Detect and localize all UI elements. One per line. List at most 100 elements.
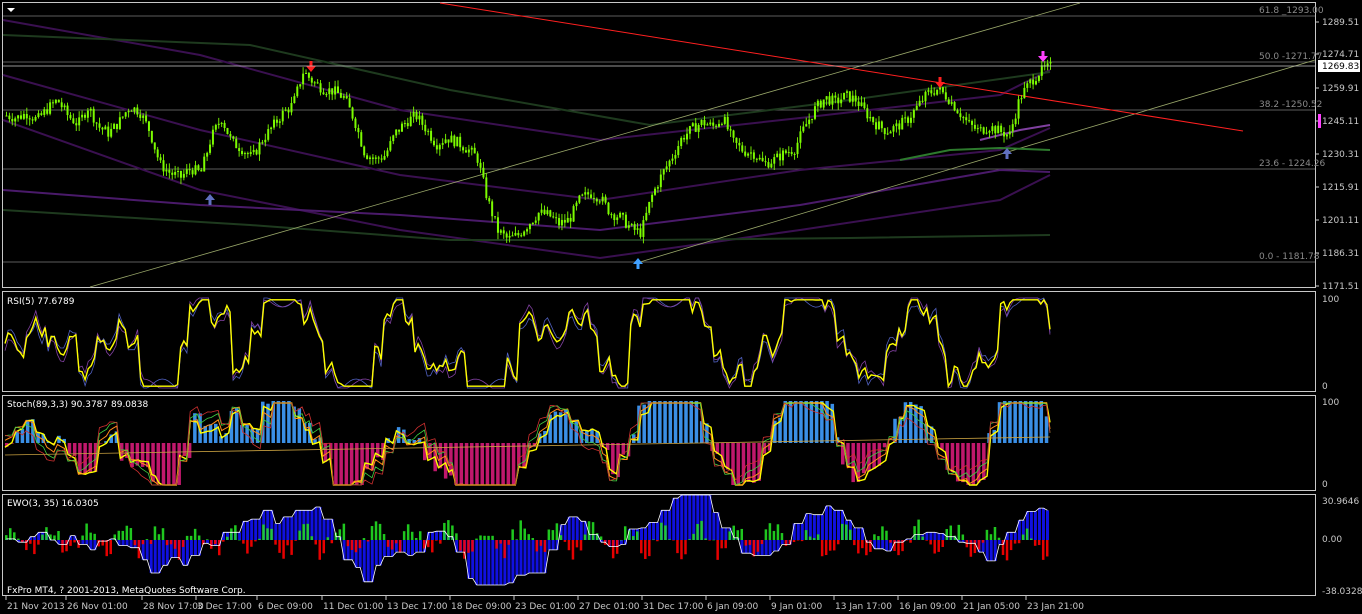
ewo-spike <box>969 540 973 557</box>
ewo-bar <box>937 533 941 540</box>
ewo-spike <box>728 531 731 540</box>
chart-menu-icon[interactable] <box>4 4 18 16</box>
candle-body <box>118 117 121 130</box>
ewo-spike <box>917 519 920 540</box>
stoch-histogram-bar <box>511 443 516 485</box>
ewo-bar <box>857 527 861 540</box>
ewo-bar <box>684 495 688 540</box>
arrow-up-icon <box>205 194 215 205</box>
ewo-spike <box>278 540 281 553</box>
copyright-text: FxPro MT4, ? 2001-2013, MetaQuotes Softw… <box>7 586 246 596</box>
ewo-bar <box>828 505 832 540</box>
channel-lower-line[interactable] <box>639 59 1316 263</box>
candle-body <box>636 228 639 230</box>
ewo-spike <box>571 540 575 560</box>
candle-body <box>473 147 476 154</box>
stoch-histogram-bar <box>485 443 490 485</box>
candle-body <box>1026 83 1029 88</box>
price-tick-label: 1171.51 <box>1322 282 1359 292</box>
ewo-spike <box>427 540 430 548</box>
candle-body <box>659 174 662 188</box>
stoch-histogram-bar <box>793 401 798 443</box>
stoch-histogram-bar <box>438 443 443 469</box>
ewo-spike <box>857 540 860 554</box>
candle-body <box>211 129 214 145</box>
ewo-spike <box>386 540 390 547</box>
candle-body <box>537 212 540 221</box>
ewo-spike <box>61 540 64 553</box>
ewo-spike <box>503 540 506 559</box>
ewo-bar <box>575 516 579 540</box>
ewo-spike <box>294 540 297 541</box>
ewo-spike <box>881 526 884 540</box>
ewo-bar <box>764 540 768 556</box>
ewo-spike <box>849 529 852 540</box>
stoch-histogram-bar <box>166 443 171 485</box>
candle-body <box>994 126 997 134</box>
ewo-spike <box>306 523 309 540</box>
ewo-bar <box>33 536 37 540</box>
ewo-bar <box>499 540 503 585</box>
ewo-spike <box>812 538 816 540</box>
ewo-bar <box>836 510 840 540</box>
stoch-level-100: 100 <box>1322 398 1339 408</box>
stoch-histogram-bar <box>464 443 469 485</box>
ewo-spike <box>828 540 832 551</box>
trading-chart[interactable]: 61.8 _1293.0050.0 -1271.7738.2 -1250.522… <box>0 0 1362 614</box>
ewo-bar <box>989 540 993 561</box>
ewo-spike <box>563 540 567 542</box>
candle-body <box>572 206 575 222</box>
stoch-histogram-bar <box>193 413 197 443</box>
candle-body <box>133 107 136 112</box>
candle-body <box>249 152 252 154</box>
stoch-histogram-bar <box>459 443 464 485</box>
candle-body <box>909 117 912 123</box>
ewo-spike <box>414 537 418 540</box>
ewo-bar <box>431 532 435 540</box>
red-trendline[interactable] <box>439 2 1244 132</box>
ewo-bar <box>362 540 366 582</box>
ewo-spike <box>776 524 780 540</box>
candle-body <box>75 123 78 126</box>
candle-body <box>345 96 348 99</box>
ewo-bar <box>861 527 865 540</box>
ewo-bar <box>1013 532 1017 540</box>
ewo-bar <box>455 540 459 553</box>
stoch-histogram-bar <box>746 443 751 482</box>
candle-body <box>389 141 392 151</box>
candle-body <box>892 126 895 132</box>
ewo-spike <box>1033 540 1037 546</box>
candle-body <box>749 152 752 154</box>
ewo-spike <box>547 529 551 540</box>
stoch-histogram-bar <box>480 443 484 485</box>
ewo-spike <box>543 540 547 552</box>
channel-upper-line[interactable] <box>89 2 1081 288</box>
candle-body <box>511 235 514 237</box>
ewo-spike <box>780 533 784 540</box>
candle-body <box>784 150 787 153</box>
candle-body <box>793 153 796 155</box>
arrow-up-icon <box>633 258 643 269</box>
main-price-panel[interactable] <box>2 2 1316 288</box>
rsi-panel[interactable] <box>2 291 1316 392</box>
candle-body <box>142 115 145 118</box>
ewo-bar <box>680 495 684 540</box>
candle-body <box>415 111 418 120</box>
candle-body <box>1011 124 1014 132</box>
candle-body <box>290 103 293 113</box>
candle-body <box>206 152 209 157</box>
candle-body <box>54 99 57 103</box>
candle-body <box>912 109 915 118</box>
band-line <box>2 168 1051 232</box>
candle-body <box>136 107 139 115</box>
candle-body <box>11 118 14 122</box>
ewo-bar <box>487 540 491 585</box>
ewo-bar <box>656 522 660 540</box>
candle-body <box>781 150 784 161</box>
stoch-histogram-bar <box>882 443 887 448</box>
candle-body <box>598 201 601 203</box>
candle-body <box>680 137 683 147</box>
ewo-bar <box>153 540 157 573</box>
candle-body <box>802 126 805 132</box>
ewo-bar <box>547 540 551 550</box>
